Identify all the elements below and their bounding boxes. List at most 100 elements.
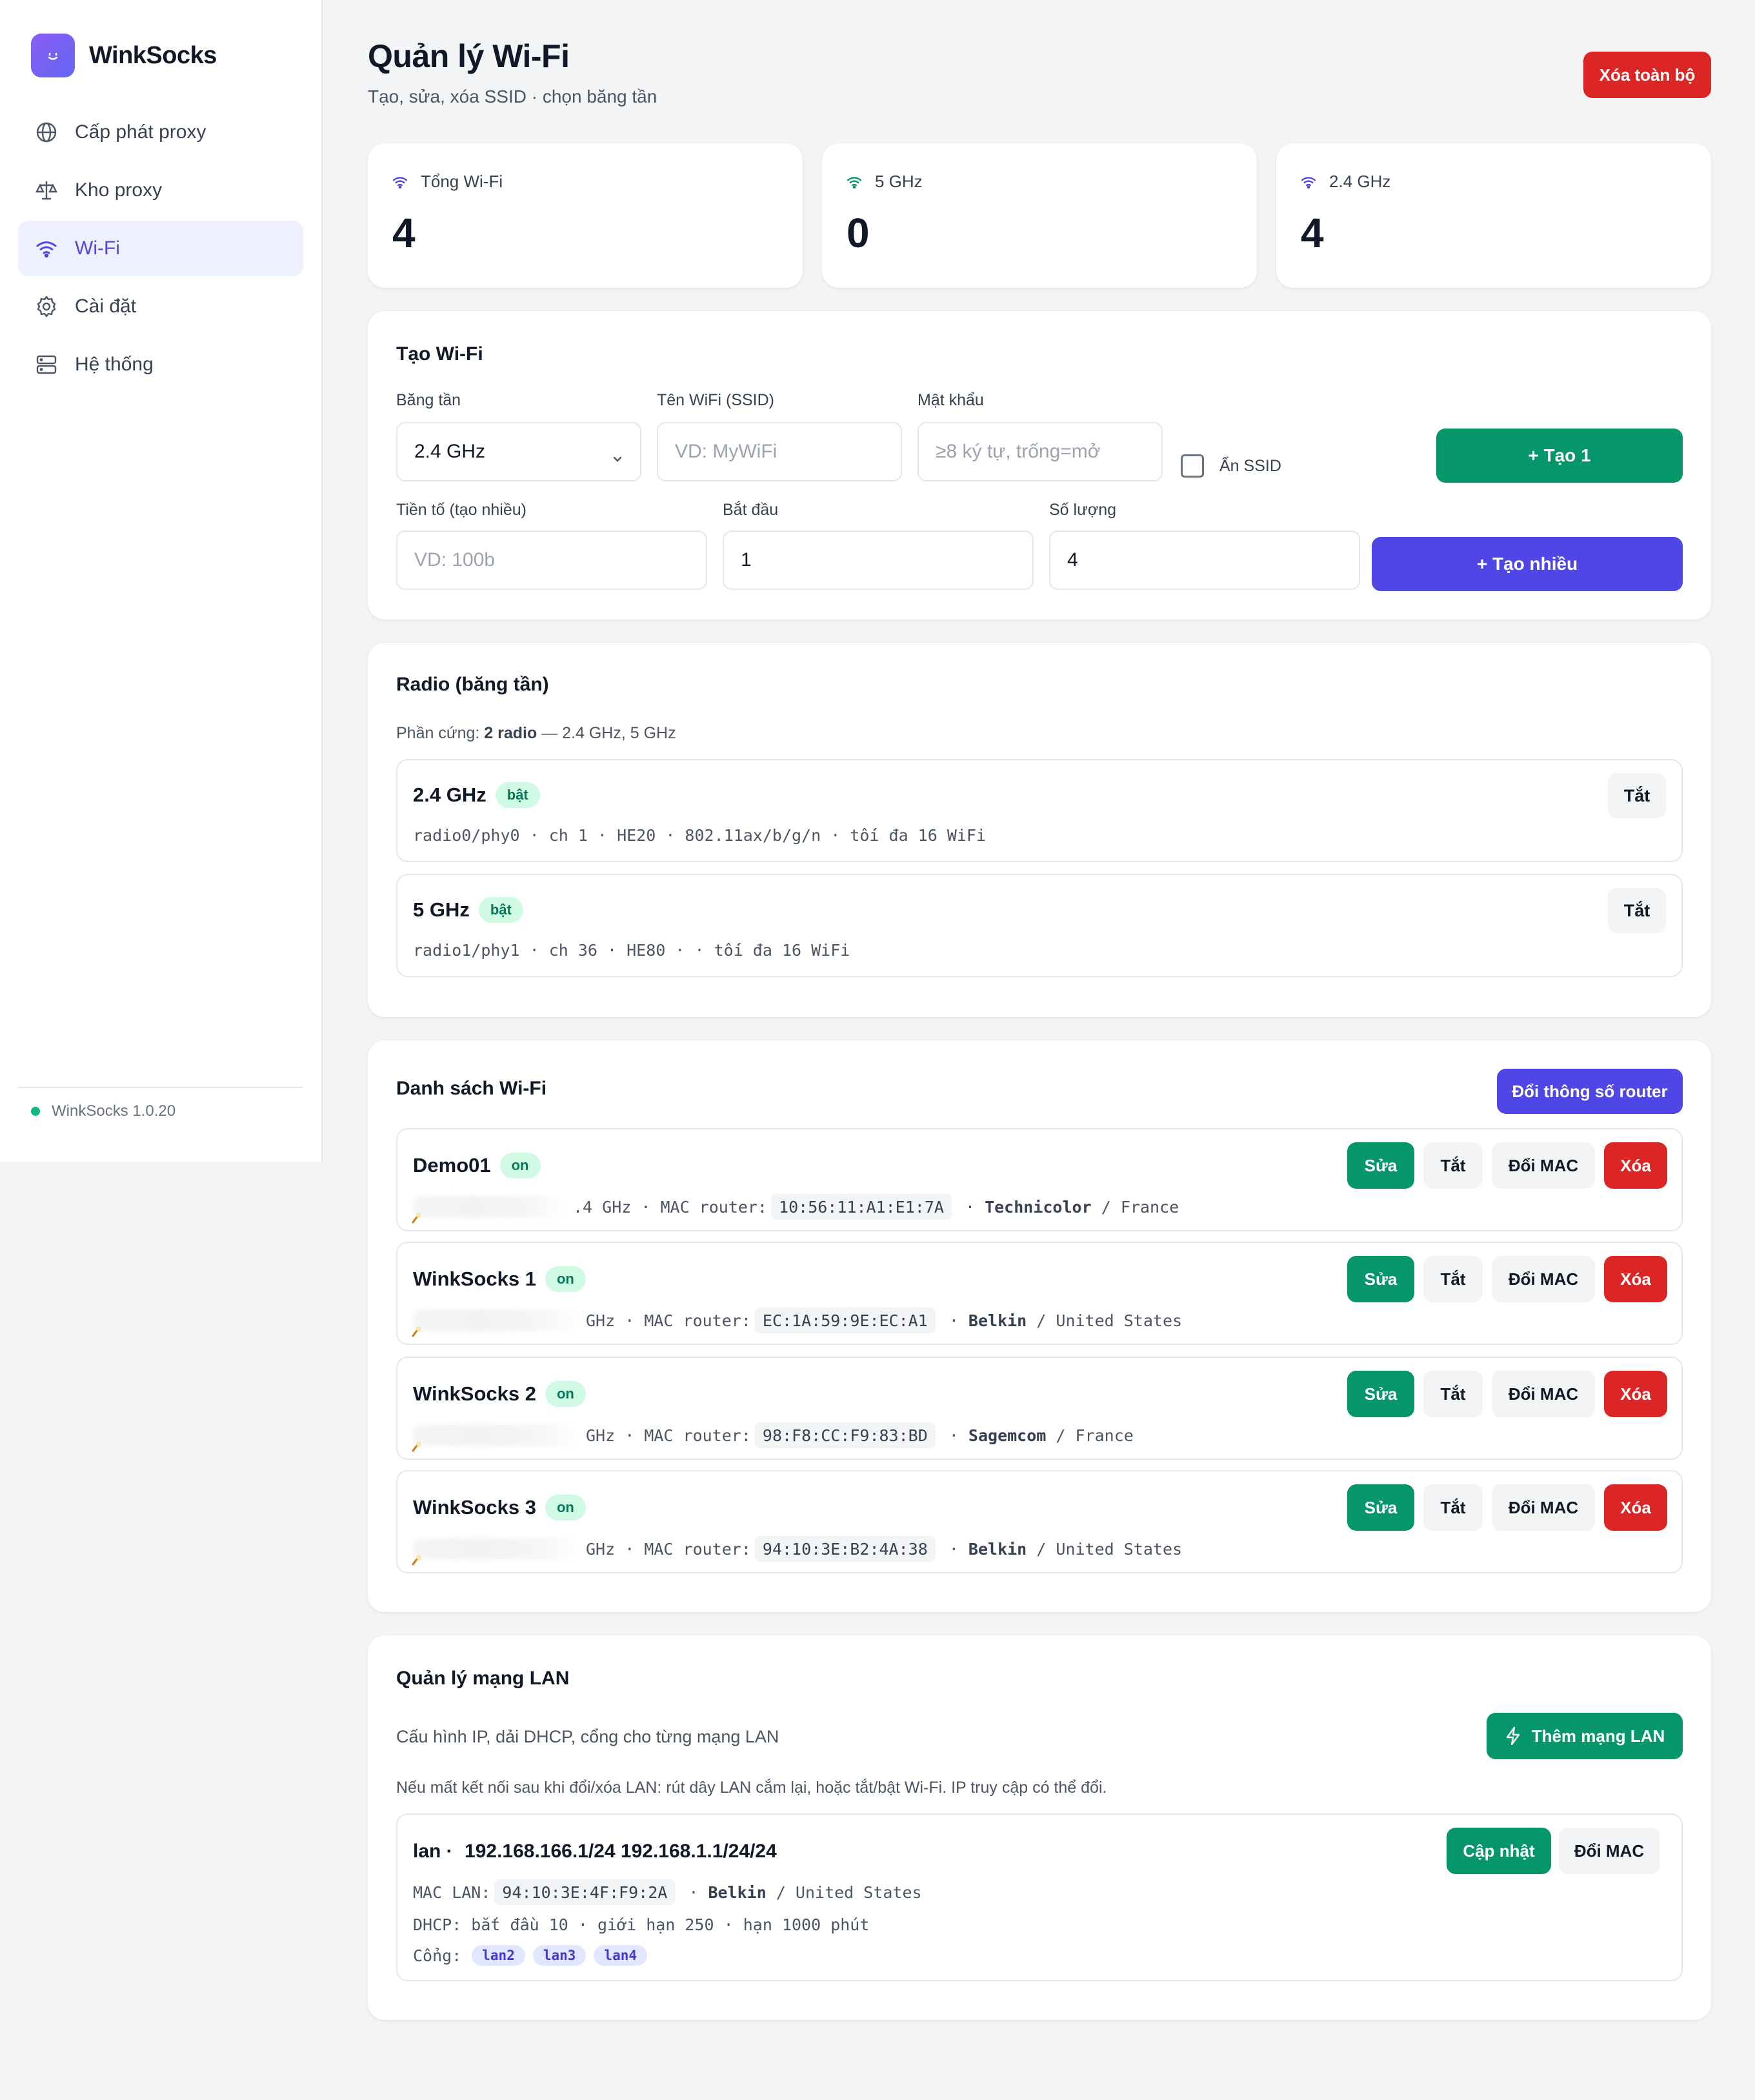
prefix-label: Tiền tố (tạo nhiều): [396, 501, 526, 519]
sidebar-item-wifi[interactable]: Wi-Fi: [18, 221, 303, 276]
sidebar-item-label: Wi-Fi: [75, 237, 120, 259]
sidebar-item-label: Hệ thống: [75, 354, 154, 375]
create-many-button[interactable]: + Tạo nhiều: [1372, 537, 1683, 591]
sidebar-item-label: Cài đặt: [75, 296, 137, 317]
mac-address: 94:10:3E:4F:F9:2A: [494, 1879, 676, 1905]
stat-value: 4: [1301, 210, 1324, 256]
disable-button[interactable]: Tắt: [1423, 1256, 1483, 1302]
stat-label: 2.4 GHz: [1329, 172, 1391, 191]
delete-button[interactable]: Xóa: [1604, 1142, 1667, 1189]
bolt-icon: [1505, 1726, 1521, 1746]
stat-value: 4: [392, 210, 416, 256]
edit-button[interactable]: Sửa: [1347, 1142, 1414, 1189]
version-info: WinkSocks 1.0.20: [18, 1087, 303, 1120]
ports-line: Cổng: lan2 lan3 lan4: [413, 1943, 655, 1968]
sidebar-item-label: Cấp phát proxy: [75, 121, 206, 143]
clear-all-button[interactable]: Xóa toàn bộ: [1583, 52, 1711, 98]
winksocks-logo-icon: [31, 34, 75, 77]
card-title: Danh sách Wi-Fi: [396, 1078, 547, 1099]
wifi-row: WinkSocks 1 on GHz · MAC router: EC:1A:5…: [396, 1242, 1683, 1345]
stat-value: 0: [847, 210, 870, 256]
sidebar-item-system[interactable]: Hệ thống: [18, 337, 303, 392]
stat-card-24ghz: 2.4 GHz 4: [1276, 143, 1711, 288]
mac-address: EC:1A:59:9E:EC:A1: [754, 1307, 936, 1333]
blurred-password: [413, 1196, 568, 1218]
sidebar-item-settings[interactable]: Cài đặt: [18, 279, 303, 334]
delete-button[interactable]: Xóa: [1604, 1256, 1667, 1302]
disable-button[interactable]: Tắt: [1423, 1142, 1483, 1189]
change-mac-button[interactable]: Đổi MAC: [1492, 1484, 1595, 1531]
card-title: Quản lý mạng LAN: [396, 1668, 570, 1689]
wifi-meta: GHz · MAC router: EC:1A:59:9E:EC:A1 · Be…: [413, 1306, 1182, 1335]
wifi-icon: [392, 176, 408, 188]
hide-ssid-checkbox[interactable]: [1181, 454, 1204, 478]
sidebar-item-proxy-allocation[interactable]: Cấp phát proxy: [18, 105, 303, 160]
lan-row: lan · 192.168.166.1/24 192.168.1.1/24/24…: [396, 1813, 1683, 1981]
dhcp-info: DHCP: bắt đầu 10 · giới hạn 250 · hạn 10…: [413, 1915, 870, 1934]
delete-button[interactable]: Xóa: [1604, 1371, 1667, 1417]
password-input[interactable]: ≥8 ký tự, trống=mở: [918, 422, 1163, 481]
vendor: Belkin: [708, 1883, 767, 1902]
prefix-input[interactable]: VD: 100b: [396, 530, 707, 590]
create-one-button[interactable]: + Tạo 1: [1436, 429, 1683, 483]
update-lan-button[interactable]: Cập nhật: [1447, 1828, 1551, 1874]
edit-button[interactable]: Sửa: [1347, 1484, 1414, 1531]
disable-button[interactable]: Tắt: [1423, 1371, 1483, 1417]
radio-meta: radio0/phy0 · ch 1 · HE20 · 802.11ax/b/g…: [413, 826, 987, 845]
globe-icon: [34, 119, 59, 145]
port-tag: lan3: [532, 1945, 587, 1966]
page-title: Quản lý Wi-Fi: [368, 38, 570, 74]
vendor: Sagemcom: [968, 1426, 1047, 1445]
radio-disable-button[interactable]: Tắt: [1608, 773, 1666, 818]
mac-address: 94:10:3E:B2:4A:38: [754, 1536, 936, 1562]
status-dot-icon: [31, 1107, 40, 1116]
blurred-password: [413, 1538, 581, 1560]
change-router-button[interactable]: Đổi thông số router: [1497, 1069, 1683, 1114]
band-select[interactable]: 2.4 GHz: [396, 422, 641, 481]
page-subtitle: Tạo, sửa, xóa SSID · chọn băng tần: [368, 86, 657, 106]
brand[interactable]: WinkSocks: [31, 34, 217, 77]
wifi-meta: GHz · MAC router: 94:10:3E:B2:4A:38 · Be…: [413, 1535, 1182, 1563]
gear-icon: [34, 294, 59, 319]
vendor: Belkin: [968, 1539, 1027, 1559]
lan-mac-line: MAC LAN: 94:10:3E:4F:F9:2A · Belkin / Un…: [413, 1878, 922, 1906]
change-lan-mac-button[interactable]: Đổi MAC: [1559, 1828, 1660, 1874]
mac-address: 98:F8:CC:F9:83:BD: [754, 1422, 936, 1448]
radio-meta: radio1/phy1 · ch 36 · HE80 · · tối đa 16…: [413, 941, 850, 960]
band-label: Băng tần: [396, 391, 461, 409]
edit-button[interactable]: Sửa: [1347, 1256, 1414, 1302]
version-text: WinkSocks 1.0.20: [52, 1102, 176, 1120]
wifi-name: Demo01: [413, 1154, 491, 1176]
country: United States: [1056, 1311, 1183, 1330]
count-input[interactable]: 4: [1049, 530, 1360, 590]
country: United States: [1056, 1539, 1183, 1559]
stat-label: 5 GHz: [875, 172, 923, 191]
start-label: Bắt đầu: [723, 501, 779, 519]
sidebar-item-proxy-store[interactable]: Kho proxy: [18, 163, 303, 218]
wifi-list-card: Danh sách Wi-Fi Đổi thông số router Demo…: [368, 1040, 1711, 1612]
wifi-row: Demo01 on .4 GHz · MAC router: 10:56:11:…: [396, 1128, 1683, 1231]
status-badge: bật: [495, 782, 540, 808]
wifi-row: WinkSocks 3 on GHz · MAC router: 94:10:3…: [396, 1470, 1683, 1573]
stat-card-5ghz: 5 GHz 0: [822, 143, 1257, 288]
start-input[interactable]: 1: [723, 530, 1034, 590]
sidebar-item-label: Kho proxy: [75, 179, 163, 201]
stat-label: Tổng Wi-Fi: [421, 172, 503, 191]
radio-disable-button[interactable]: Tắt: [1608, 888, 1666, 933]
radio-card: Radio (băng tần) Phần cứng: 2 radio — 2.…: [368, 643, 1711, 1017]
edit-button[interactable]: Sửa: [1347, 1371, 1414, 1417]
add-lan-button[interactable]: Thêm mạng LAN: [1487, 1713, 1683, 1759]
change-mac-button[interactable]: Đổi MAC: [1492, 1371, 1595, 1417]
change-mac-button[interactable]: Đổi MAC: [1492, 1142, 1595, 1189]
ssid-input[interactable]: VD: MyWiFi: [657, 422, 902, 481]
scale-icon: [34, 177, 59, 203]
hide-ssid-label: Ẩn SSID: [1219, 457, 1281, 475]
lan-name: lan ·: [413, 1841, 453, 1862]
status-badge: on: [545, 1495, 586, 1520]
disable-button[interactable]: Tắt: [1423, 1484, 1483, 1531]
country: France: [1075, 1426, 1134, 1445]
delete-button[interactable]: Xóa: [1604, 1484, 1667, 1531]
ssid-label: Tên WiFi (SSID): [657, 391, 774, 409]
password-label: Mật khẩu: [918, 391, 984, 409]
change-mac-button[interactable]: Đổi MAC: [1492, 1256, 1595, 1302]
